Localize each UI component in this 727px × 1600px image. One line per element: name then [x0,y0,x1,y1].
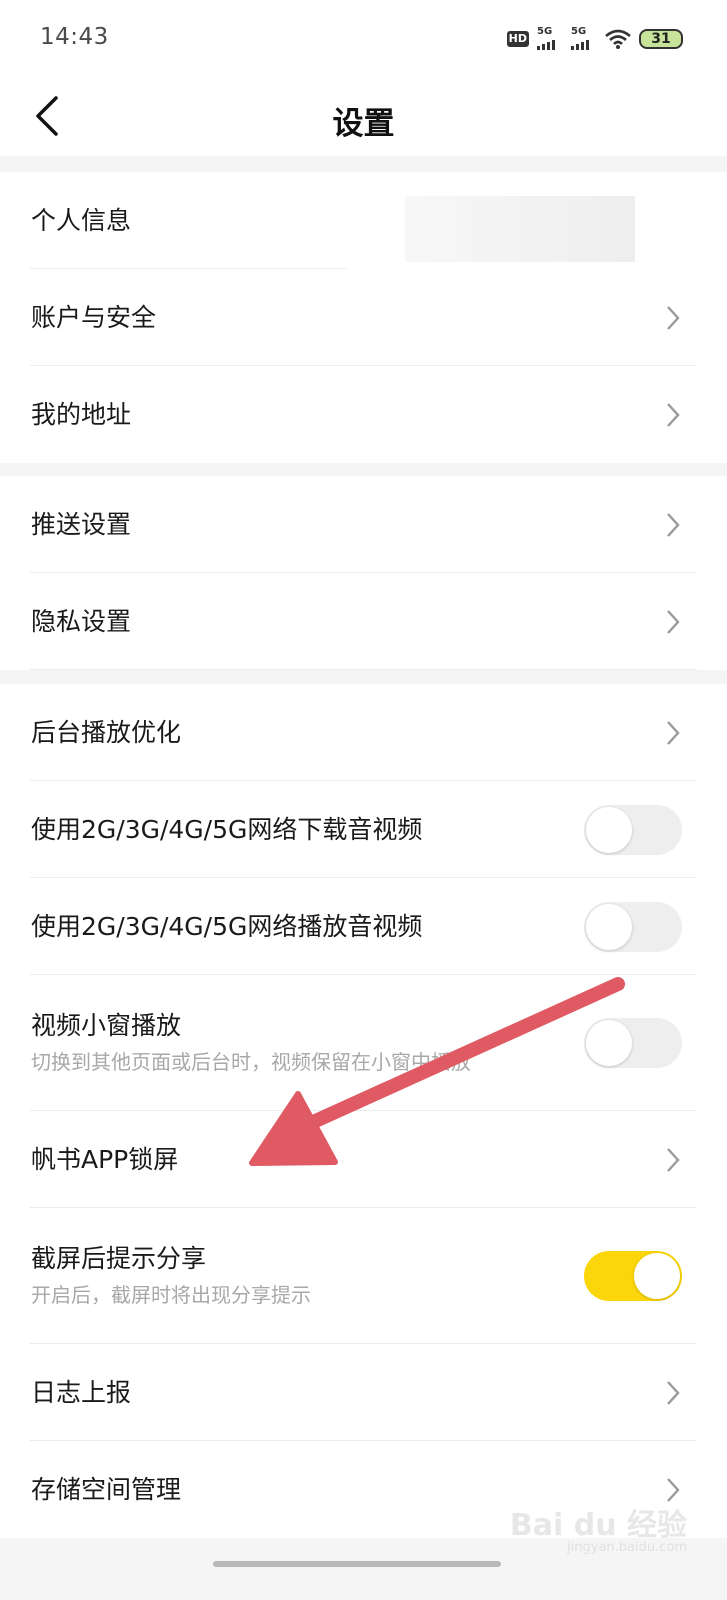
screenshot-share-toggle[interactable] [584,1251,682,1301]
settings-row-mobile-download: 使用2G/3G/4G/5G网络下载音视频 [0,781,727,878]
settings-row-lock-screen[interactable]: 帆书APP锁屏 [0,1111,727,1208]
chevron-right-icon [667,609,680,634]
signal-5g-icon-2: 5G [571,26,597,50]
wifi-icon [605,29,631,49]
settings-row-background-play[interactable]: 后台播放优化 [0,684,727,781]
mobile-download-toggle[interactable] [584,804,682,855]
divider [30,669,697,670]
settings-row-push[interactable]: 推送设置 [0,476,727,573]
signal-5g-label: 5G [537,26,553,37]
row-label: 后台播放优化 [31,717,182,747]
row-label: 存储空间管理 [31,1474,182,1504]
baidu-watermark: Bai du 经验 jingyan.baidu.com [510,1500,687,1560]
row-label: 截屏后提示分享 [31,1244,207,1273]
settings-group-playback: 后台播放优化 使用2G/3G/4G/5G网络下载音视频 使用2G/3G/4G/5… [0,684,727,1538]
row-label: 账户与安全 [31,302,157,332]
settings-row-mobile-play: 使用2G/3G/4G/5G网络播放音视频 [0,878,727,975]
row-label: 使用2G/3G/4G/5G网络播放音视频 [31,911,423,941]
status-bar: 14:43 HD 5G 5G 31 [0,0,727,78]
settings-row-privacy[interactable]: 隐私设置 [0,573,727,670]
row-label: 帆书APP锁屏 [31,1144,179,1174]
row-sublabel: 切换到其他页面或后台时，视频保留在小窗中播放 [31,1050,471,1074]
status-icons: HD 5G 5G 31 [506,24,683,54]
row-label: 个人信息 [31,205,132,235]
toggle-knob [634,1253,680,1299]
settings-row-log-report[interactable]: 日志上报 [0,1344,727,1441]
settings-group-privacy: 推送设置 隐私设置 [0,476,727,670]
settings-row-address[interactable]: 我的地址 [0,366,727,463]
battery-icon: 31 [639,29,683,49]
chevron-right-icon [667,720,680,745]
watermark-main: Bai du 经验 [509,1508,687,1543]
mobile-play-toggle[interactable] [584,901,682,952]
blurred-profile-info [405,196,635,262]
row-label: 日志上报 [31,1377,132,1407]
row-label: 使用2G/3G/4G/5G网络下载音视频 [31,814,423,844]
chevron-right-icon [667,1380,680,1405]
row-label: 隐私设置 [31,606,132,636]
row-label: 我的地址 [31,399,132,429]
status-time: 14:43 [40,24,109,50]
nav-bar: 设置 [0,78,727,156]
signal-5g-icon: 5G [537,26,563,50]
toggle-knob [586,1020,632,1066]
home-indicator[interactable] [213,1561,501,1567]
row-label: 视频小窗播放 [31,1011,182,1040]
page-title: 设置 [332,106,395,142]
chevron-right-icon [667,1147,680,1172]
mini-window-toggle[interactable] [584,1018,682,1068]
settings-row-account-security[interactable]: 账户与安全 [0,269,727,366]
settings-row-screenshot-share: 截屏后提示分享 开启后，截屏时将出现分享提示 [0,1208,727,1344]
toggle-knob [586,806,632,853]
row-sublabel: 开启后，截屏时将出现分享提示 [31,1283,311,1307]
toggle-knob [586,903,632,950]
signal-5g-label-2: 5G [571,26,587,37]
watermark-sub: jingyan.baidu.com [567,1540,687,1555]
chevron-right-icon [667,305,680,330]
hd-icon: HD [506,31,529,47]
settings-row-mini-window: 视频小窗播放 切换到其他页面或后台时，视频保留在小窗中播放 [0,975,727,1111]
chevron-right-icon [667,402,680,427]
chevron-right-icon [667,512,680,537]
row-label: 推送设置 [31,509,132,539]
